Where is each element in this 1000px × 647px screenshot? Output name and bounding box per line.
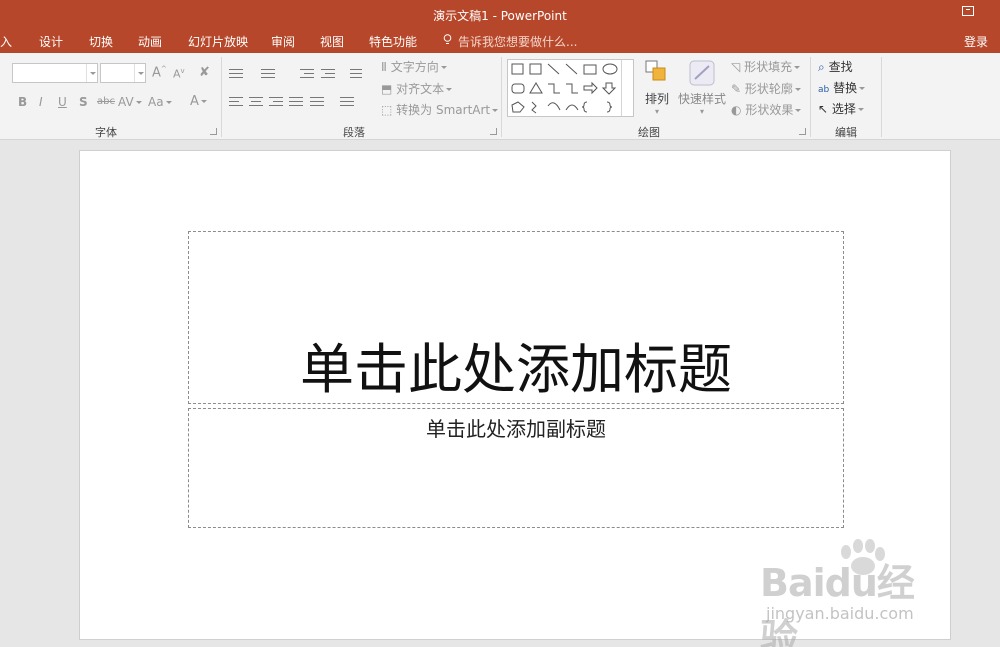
arrange-icon [645, 60, 666, 81]
font-color-button[interactable]: A [190, 94, 207, 109]
clear-format-icon[interactable]: ✘ [199, 65, 210, 80]
align-left-icon[interactable] [229, 97, 243, 107]
search-icon: ⌕ [818, 60, 825, 74]
gallery-scrollbar[interactable] [621, 60, 633, 116]
ribbon-display-options-icon[interactable] [962, 6, 974, 16]
title-placeholder-text: 单击此处添加标题 [300, 338, 732, 401]
cursor-icon: ↖ [818, 102, 829, 116]
paint-bucket-icon: ◹ [731, 60, 741, 74]
replace-button[interactable]: ab 替换 [818, 79, 866, 96]
numbering-icon[interactable] [261, 68, 275, 78]
group-divider [501, 57, 502, 137]
font-dialog-launcher-icon[interactable] [210, 128, 217, 135]
align-center-icon[interactable] [249, 97, 263, 107]
text-shadow-button[interactable]: S [79, 95, 88, 109]
ribbon: A^ Av ✘ B I U S abc AV Aa A 字体 Ⅱ 文字方向 ⬒ … [0, 53, 1000, 140]
font-size-combo[interactable] [100, 63, 146, 83]
subtitle-placeholder[interactable]: 单击此处添加副标题 [188, 408, 844, 528]
paragraph-dialog-launcher-icon[interactable] [490, 128, 497, 135]
replace-icon: ab [818, 85, 830, 95]
tab-animations[interactable]: 动画 [138, 33, 162, 50]
find-button[interactable]: ⌕ 查找 [818, 58, 853, 75]
convert-smartart-button[interactable]: ⬚ 转换为 SmartArt [381, 101, 499, 118]
italic-button[interactable]: I [39, 95, 43, 109]
bullets-icon[interactable] [229, 68, 243, 78]
grow-font-button[interactable]: A^ [152, 65, 167, 80]
columns-icon[interactable] [340, 97, 354, 107]
arrange-label: 排列 [644, 92, 669, 106]
tab-review[interactable]: 审阅 [271, 33, 295, 50]
tell-me-search[interactable]: 告诉我您想要做什么... [458, 33, 577, 50]
arrange-button[interactable]: 排列 ▾ [643, 59, 671, 116]
font-name-combo[interactable] [12, 63, 98, 83]
character-spacing-button[interactable]: AV [118, 95, 142, 109]
title-placeholder[interactable]: 单击此处添加标题 [188, 231, 844, 404]
watermark-url: jingyan.baidu.com [766, 604, 914, 623]
title-bar: 演示文稿1 - PowerPoint [0, 0, 1000, 28]
ribbon-tabs: 入 设计 切换 动画 幻灯片放映 审阅 视图 特色功能 告诉我您想要做什么...… [0, 28, 1000, 53]
chevron-down-icon[interactable] [86, 64, 97, 82]
login-link[interactable]: 登录 [964, 33, 988, 50]
window-title: 演示文稿1 - PowerPoint [433, 9, 567, 23]
shape-fill-button[interactable]: ◹ 形状填充 [731, 58, 801, 75]
paragraph-group-label: 段落 [343, 126, 365, 139]
shapes-icons [511, 63, 618, 114]
drawing-group-label: 绘图 [638, 126, 660, 139]
quick-styles-label: 快速样式 [678, 92, 727, 106]
chevron-down-icon[interactable] [134, 64, 145, 82]
quick-styles-icon [689, 60, 715, 86]
font-group-label: 字体 [95, 126, 117, 139]
quick-styles-button[interactable]: 快速样式 ▾ [678, 59, 726, 116]
shape-outline-button[interactable]: ✎ 形状轮廓 [731, 80, 801, 97]
align-right-icon[interactable] [269, 97, 283, 107]
drawing-dialog-launcher-icon[interactable] [799, 128, 806, 135]
tab-transitions[interactable]: 切换 [89, 33, 113, 50]
tab-view[interactable]: 视图 [320, 33, 344, 50]
effects-icon: ◐ [731, 103, 742, 117]
lightbulb-icon [443, 34, 452, 44]
group-divider [881, 57, 882, 137]
justify-icon[interactable] [289, 97, 303, 107]
underline-button[interactable]: U [58, 95, 67, 109]
distributed-icon[interactable] [310, 97, 324, 107]
shapes-gallery[interactable] [507, 59, 634, 117]
group-divider [221, 57, 222, 137]
bold-button[interactable]: B [18, 95, 27, 109]
select-button[interactable]: ↖ 选择 [818, 100, 864, 117]
tab-insert[interactable]: 入 [0, 33, 12, 50]
align-text-button[interactable]: ⬒ 对齐文本 [381, 80, 453, 97]
subtitle-placeholder-text: 单击此处添加副标题 [426, 417, 606, 441]
text-direction-button[interactable]: Ⅱ 文字方向 [381, 58, 447, 75]
tab-design[interactable]: 设计 [39, 33, 63, 50]
pencil-icon: ✎ [731, 82, 742, 96]
shrink-font-button[interactable]: Av [173, 67, 185, 81]
tab-slideshow[interactable]: 幻灯片放映 [188, 33, 248, 50]
editing-group-label: 编辑 [835, 126, 857, 139]
tab-special-features[interactable]: 特色功能 [369, 33, 417, 50]
change-case-button[interactable]: Aa [148, 95, 172, 109]
strikethrough-button[interactable]: abc [97, 96, 115, 107]
decrease-indent-icon[interactable] [300, 68, 314, 78]
watermark-brand: Baidu经验 [760, 561, 915, 647]
increase-indent-icon[interactable] [321, 68, 335, 78]
baidu-watermark: Baidu经验 jingyan.baidu.com [760, 539, 950, 647]
shape-effects-button[interactable]: ◐ 形状效果 [731, 101, 802, 118]
group-divider [810, 57, 811, 137]
line-spacing-icon[interactable] [350, 68, 364, 78]
